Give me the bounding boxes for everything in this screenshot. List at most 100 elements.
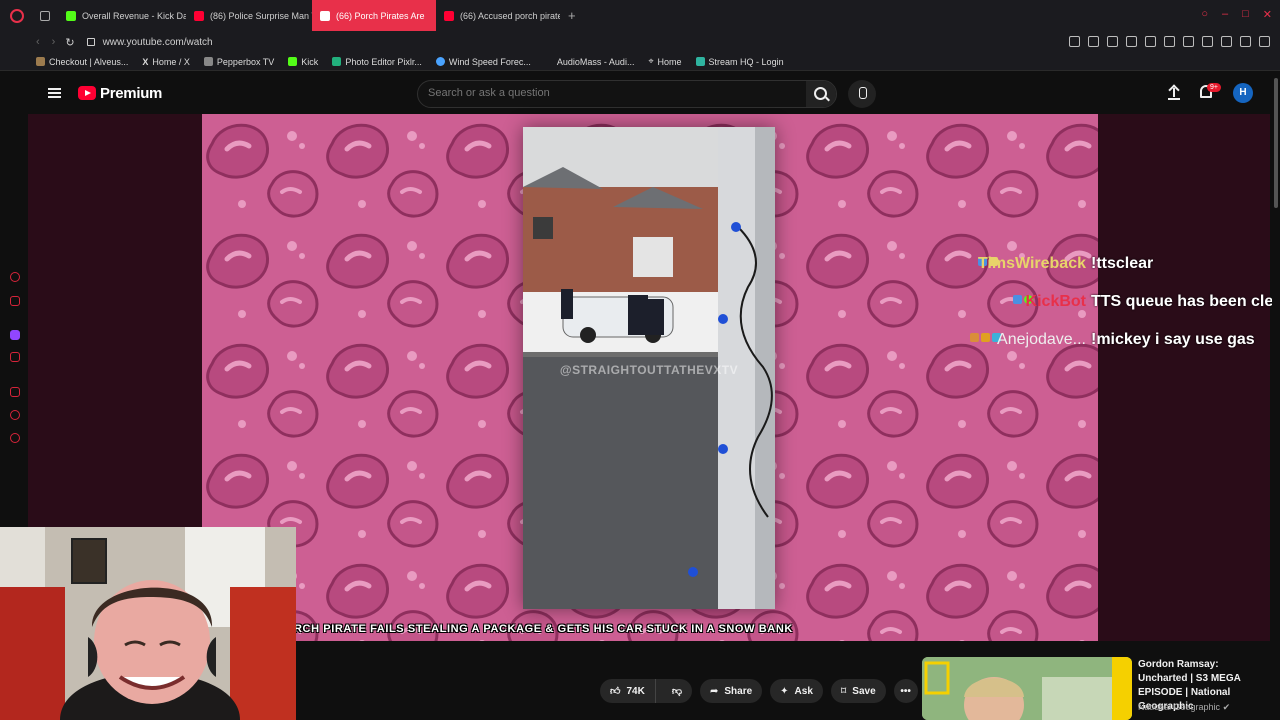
scroll-thumb[interactable] (1274, 78, 1278, 208)
upload-icon[interactable] (1168, 86, 1180, 100)
bookmark-label: AudioMass - Audi... (556, 56, 635, 67)
thumbs-up-icon: 👍︎ (610, 686, 621, 697)
browser-tab-3[interactable]: (66) Accused porch pirate (436, 0, 560, 31)
bookmark-favicon-icon (203, 57, 213, 66)
play-icon[interactable] (1126, 36, 1137, 47)
bookmark-label: Kick (301, 56, 319, 67)
lock-icon[interactable] (86, 38, 95, 46)
url-field[interactable]: www.youtube.com/watch (103, 37, 213, 48)
browser-tab-0[interactable]: Overall Revenue - Kick Das (58, 0, 186, 31)
bookmark-item[interactable]: Pepperbox TV (203, 56, 275, 67)
search-button[interactable] (806, 81, 836, 107)
voice-search-button[interactable] (848, 80, 876, 108)
bookmark-item[interactable]: Wind Speed Forec... (435, 56, 531, 67)
notes-icon[interactable] (10, 387, 20, 397)
address-bar: ‹ › ↻ www.youtube.com/watch (0, 31, 1280, 53)
bookmark-item[interactable]: Photo Editor Pixlr... (332, 57, 422, 67)
close-icon[interactable]: ✕ (1263, 8, 1272, 21)
profile-icon[interactable] (1202, 36, 1213, 47)
search-tabs-icon[interactable]: ○ (1201, 8, 1208, 21)
bookmark-label: Stream HQ - Login (708, 56, 784, 67)
bookmark-label: Pepperbox TV (216, 56, 275, 67)
search-input[interactable] (428, 87, 788, 99)
bookmark-favicon-icon (435, 57, 445, 66)
chat-line: KickBot TTS queue has been cleared. (0, 293, 1280, 312)
dislike-button[interactable]: 👎︎ (662, 679, 692, 703)
bookmark-item[interactable]: ⌖ Home (648, 56, 681, 67)
settings-icon[interactable] (10, 433, 20, 443)
webcam-feed (0, 527, 296, 720)
bookmark-item[interactable]: Kick (288, 57, 318, 67)
like-count: 74K (626, 685, 645, 697)
recommended-video-thumbnail[interactable] (922, 657, 1132, 720)
clip-watermark: @STRAIGHTOUTTATHEVXTV (559, 363, 739, 377)
tab-title: (86) Police Surprise Man T (210, 10, 312, 21)
like-dislike-group: 👍︎ 74K 👎︎ (600, 679, 692, 703)
forward-icon[interactable]: › (52, 36, 56, 48)
avatar[interactable]: H (1233, 83, 1253, 103)
window-controls: ○ – □ ✕ (1201, 8, 1272, 21)
bookmark-item[interactable]: X Home / X (142, 57, 190, 67)
sparkle-icon: ✦ (780, 685, 789, 697)
clock-icon[interactable] (10, 410, 20, 420)
new-tab-button[interactable]: + (560, 8, 584, 23)
opera-logo-icon[interactable] (10, 8, 24, 23)
download-icon[interactable] (1221, 36, 1232, 47)
percent-icon[interactable] (10, 352, 20, 362)
puzzle-icon[interactable] (1164, 36, 1175, 47)
share-label: Share (724, 685, 753, 697)
chat-message: TTS queue has been cleared. (1091, 293, 1280, 310)
youtube-header: Premium 9+ H (28, 72, 1280, 114)
chat-message: !ttsclear (1091, 255, 1154, 272)
menu-icon[interactable] (1259, 36, 1270, 47)
bookmark-favicon-icon (36, 57, 45, 66)
save-label: Save (852, 685, 876, 697)
more-actions-button[interactable]: ••• (893, 679, 918, 703)
bookmark-item[interactable]: Checkout | Alveus... (36, 57, 128, 67)
bookmark-label: Photo Editor Pixlr... (345, 56, 422, 67)
thumbs-down-icon: 👎︎ (671, 686, 682, 697)
page-scrollbar[interactable] (1272, 72, 1280, 720)
share-button[interactable]: ➦ Share (699, 679, 763, 703)
bookmark-icon[interactable] (1069, 36, 1080, 47)
share-arrow-icon: ➦ (709, 685, 719, 697)
minimize-icon[interactable]: – (1222, 8, 1228, 21)
maximize-icon[interactable]: □ (1242, 8, 1249, 21)
ask-button[interactable]: ✦ Ask (770, 679, 823, 703)
like-button[interactable]: 👍︎ 74K (600, 679, 656, 703)
kick-favicon-icon (288, 57, 298, 66)
youtube-logo-icon[interactable] (78, 86, 96, 100)
recommended-video-channel[interactable]: National Geographic ✔ (1138, 702, 1230, 713)
chat-line: TimsWireback !ttsclear (0, 255, 1280, 274)
badge-icon (981, 333, 990, 342)
browser-tab-1[interactable]: (86) Police Surprise Man T (186, 0, 312, 31)
video-actions: 👍︎ 74K 👎︎ ➦ Share ✦ Ask ⌑ Save ••• (600, 679, 918, 703)
bookmark-item[interactable]: Stream HQ - Login (695, 56, 784, 67)
chat-username: KickBot (1025, 293, 1086, 310)
tab-title: Overall Revenue - Kick Das (82, 10, 186, 21)
ai-icon[interactable] (1240, 36, 1251, 47)
x-logo-icon: X (142, 56, 149, 67)
search-box (417, 80, 837, 108)
chat-username: TimsWireback (977, 255, 1086, 272)
share-icon[interactable] (1183, 36, 1194, 47)
bookmark-label: Wind Speed Forec... (448, 56, 531, 67)
webcam-overlay (0, 527, 296, 720)
clip-video: @STRAIGHTOUTTATHEVXTV (523, 127, 775, 609)
bookmark-item[interactable]: AudioMass - Audi... (557, 57, 635, 67)
tab-title: (66) Accused porch pirate (460, 10, 560, 21)
chat-line: Anejodave... !mickey i say use gas (0, 331, 1280, 350)
hamburger-menu-icon[interactable] (48, 88, 61, 98)
kick-favicon-icon (66, 10, 76, 21)
back-icon[interactable]: ‹ (36, 36, 40, 48)
save-button[interactable]: ⌑ Save (830, 679, 886, 703)
snapshot-icon[interactable] (1088, 36, 1099, 47)
shield-icon[interactable] (1107, 36, 1118, 47)
heart-icon[interactable] (1145, 36, 1156, 47)
browser-tab-2[interactable]: (66) Porch Pirates Are (312, 0, 436, 31)
tab-workspaces[interactable] (32, 0, 58, 31)
bookmark-label: Home (657, 56, 682, 67)
location-pin-icon: ⌖ (648, 56, 654, 66)
reload-icon[interactable]: ↻ (65, 36, 74, 49)
youtube-brand[interactable]: Premium (100, 85, 162, 102)
